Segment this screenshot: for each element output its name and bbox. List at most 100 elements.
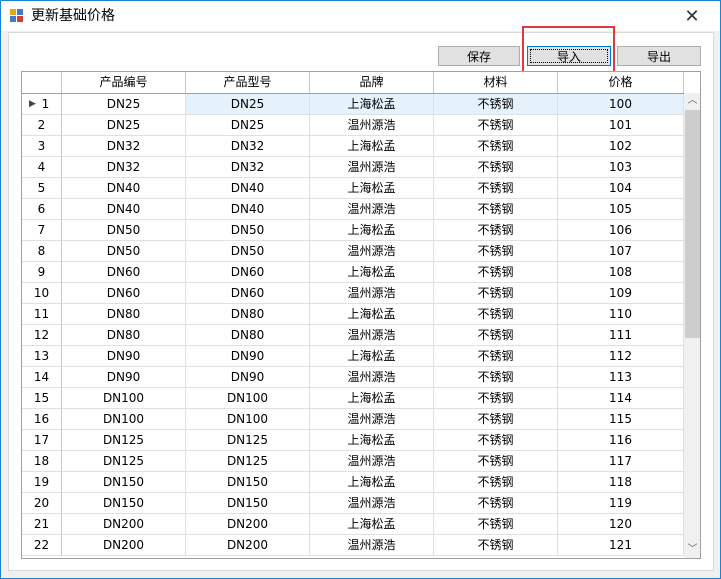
- cell-code[interactable]: DN32: [62, 157, 186, 178]
- cell-price[interactable]: 118: [558, 472, 684, 493]
- cell-brand[interactable]: 温州源浩: [310, 157, 434, 178]
- cell-price[interactable]: 109: [558, 283, 684, 304]
- cell-brand[interactable]: 上海松孟: [310, 388, 434, 409]
- table-row[interactable]: 19 DN150 DN150 上海松孟 不锈钢 118: [22, 472, 684, 493]
- table-row[interactable]: 12 DN80 DN80 温州源浩 不锈钢 111: [22, 325, 684, 346]
- cell-material[interactable]: 不锈钢: [434, 94, 558, 115]
- cell-price[interactable]: 108: [558, 262, 684, 283]
- cell-material[interactable]: 不锈钢: [434, 409, 558, 430]
- cell-code[interactable]: DN32: [62, 136, 186, 157]
- cell-material[interactable]: 不锈钢: [434, 136, 558, 157]
- export-button[interactable]: 导出: [617, 46, 701, 66]
- cell-model[interactable]: DN90: [186, 346, 310, 367]
- cell-material[interactable]: 不锈钢: [434, 430, 558, 451]
- cell-code[interactable]: DN200: [62, 514, 186, 535]
- close-button[interactable]: ✕: [670, 2, 714, 30]
- cell-code[interactable]: DN125: [62, 451, 186, 472]
- row-header[interactable]: 8: [22, 241, 62, 262]
- vertical-scrollbar[interactable]: ︿ ﹀: [684, 93, 700, 558]
- cell-code[interactable]: DN150: [62, 493, 186, 514]
- cell-material[interactable]: 不锈钢: [434, 346, 558, 367]
- table-row[interactable]: 9 DN60 DN60 上海松孟 不锈钢 108: [22, 262, 684, 283]
- cell-model[interactable]: DN40: [186, 178, 310, 199]
- cell-brand[interactable]: 温州源浩: [310, 325, 434, 346]
- table-row[interactable]: 2 DN25 DN25 温州源浩 不锈钢 101: [22, 115, 684, 136]
- column-header-brand[interactable]: 品牌: [310, 72, 434, 93]
- cell-price[interactable]: 113: [558, 367, 684, 388]
- cell-brand[interactable]: 温州源浩: [310, 451, 434, 472]
- cell-material[interactable]: 不锈钢: [434, 535, 558, 556]
- table-row[interactable]: 17 DN125 DN125 上海松孟 不锈钢 116: [22, 430, 684, 451]
- table-row[interactable]: 15 DN100 DN100 上海松孟 不锈钢 114: [22, 388, 684, 409]
- cell-brand[interactable]: 温州源浩: [310, 409, 434, 430]
- row-header[interactable]: ▶ 1: [22, 94, 62, 115]
- title-bar[interactable]: 更新基础价格 ✕: [1, 1, 720, 31]
- cell-code[interactable]: DN80: [62, 304, 186, 325]
- cell-material[interactable]: 不锈钢: [434, 220, 558, 241]
- cell-code[interactable]: DN150: [62, 472, 186, 493]
- column-header-model[interactable]: 产品型号: [186, 72, 310, 93]
- row-header[interactable]: 14: [22, 367, 62, 388]
- row-header[interactable]: 4: [22, 157, 62, 178]
- cell-code[interactable]: DN25: [62, 94, 186, 115]
- cell-price[interactable]: 117: [558, 451, 684, 472]
- cell-code[interactable]: DN90: [62, 346, 186, 367]
- column-header-code[interactable]: 产品编号: [62, 72, 186, 93]
- cell-brand[interactable]: 温州源浩: [310, 535, 434, 556]
- cell-price[interactable]: 105: [558, 199, 684, 220]
- cell-brand[interactable]: 温州源浩: [310, 199, 434, 220]
- cell-model[interactable]: DN25: [186, 115, 310, 136]
- save-button[interactable]: 保存: [438, 46, 520, 66]
- cell-code[interactable]: DN125: [62, 430, 186, 451]
- scrollbar-thumb[interactable]: [685, 110, 700, 338]
- cell-model[interactable]: DN125: [186, 451, 310, 472]
- price-grid[interactable]: 产品编号 产品型号 品牌 材料 价格 ▶ 1 DN25 DN25 上海松孟 不锈钢 100 2…: [21, 71, 701, 559]
- row-header[interactable]: 6: [22, 199, 62, 220]
- cell-price[interactable]: 119: [558, 493, 684, 514]
- cell-brand[interactable]: 温州源浩: [310, 283, 434, 304]
- cell-price[interactable]: 100: [558, 94, 684, 115]
- row-header[interactable]: 21: [22, 514, 62, 535]
- cell-brand[interactable]: 温州源浩: [310, 241, 434, 262]
- cell-price[interactable]: 107: [558, 241, 684, 262]
- cell-code[interactable]: DN80: [62, 325, 186, 346]
- cell-price[interactable]: 104: [558, 178, 684, 199]
- chevron-up-icon[interactable]: ︿: [684, 93, 700, 109]
- cell-code[interactable]: DN25: [62, 115, 186, 136]
- cell-code[interactable]: DN50: [62, 220, 186, 241]
- table-row[interactable]: 18 DN125 DN125 温州源浩 不锈钢 117: [22, 451, 684, 472]
- row-header[interactable]: 5: [22, 178, 62, 199]
- table-row[interactable]: 7 DN50 DN50 上海松孟 不锈钢 106: [22, 220, 684, 241]
- cell-brand[interactable]: 上海松孟: [310, 472, 434, 493]
- column-header-price[interactable]: 价格: [558, 72, 684, 93]
- cell-price[interactable]: 103: [558, 157, 684, 178]
- row-header[interactable]: 13: [22, 346, 62, 367]
- cell-model[interactable]: DN40: [186, 199, 310, 220]
- row-header[interactable]: 2: [22, 115, 62, 136]
- cell-brand[interactable]: 温州源浩: [310, 367, 434, 388]
- cell-price[interactable]: 110: [558, 304, 684, 325]
- chevron-down-icon[interactable]: ﹀: [684, 542, 700, 558]
- table-row[interactable]: 3 DN32 DN32 上海松孟 不锈钢 102: [22, 136, 684, 157]
- import-button[interactable]: 导入: [527, 46, 611, 66]
- cell-material[interactable]: 不锈钢: [434, 493, 558, 514]
- cell-material[interactable]: 不锈钢: [434, 178, 558, 199]
- cell-code[interactable]: DN100: [62, 409, 186, 430]
- cell-code[interactable]: DN50: [62, 241, 186, 262]
- table-row[interactable]: 10 DN60 DN60 温州源浩 不锈钢 109: [22, 283, 684, 304]
- table-row[interactable]: 5 DN40 DN40 上海松孟 不锈钢 104: [22, 178, 684, 199]
- table-row[interactable]: 14 DN90 DN90 温州源浩 不锈钢 113: [22, 367, 684, 388]
- row-header[interactable]: 20: [22, 493, 62, 514]
- table-row[interactable]: 16 DN100 DN100 温州源浩 不锈钢 115: [22, 409, 684, 430]
- cell-material[interactable]: 不锈钢: [434, 472, 558, 493]
- table-row[interactable]: 11 DN80 DN80 上海松孟 不锈钢 110: [22, 304, 684, 325]
- cell-price[interactable]: 120: [558, 514, 684, 535]
- cell-price[interactable]: 101: [558, 115, 684, 136]
- cell-model[interactable]: DN50: [186, 220, 310, 241]
- cell-brand[interactable]: 上海松孟: [310, 136, 434, 157]
- cell-brand[interactable]: 温州源浩: [310, 493, 434, 514]
- cell-model[interactable]: DN80: [186, 325, 310, 346]
- row-header[interactable]: 22: [22, 535, 62, 556]
- cell-code[interactable]: DN90: [62, 367, 186, 388]
- cell-material[interactable]: 不锈钢: [434, 241, 558, 262]
